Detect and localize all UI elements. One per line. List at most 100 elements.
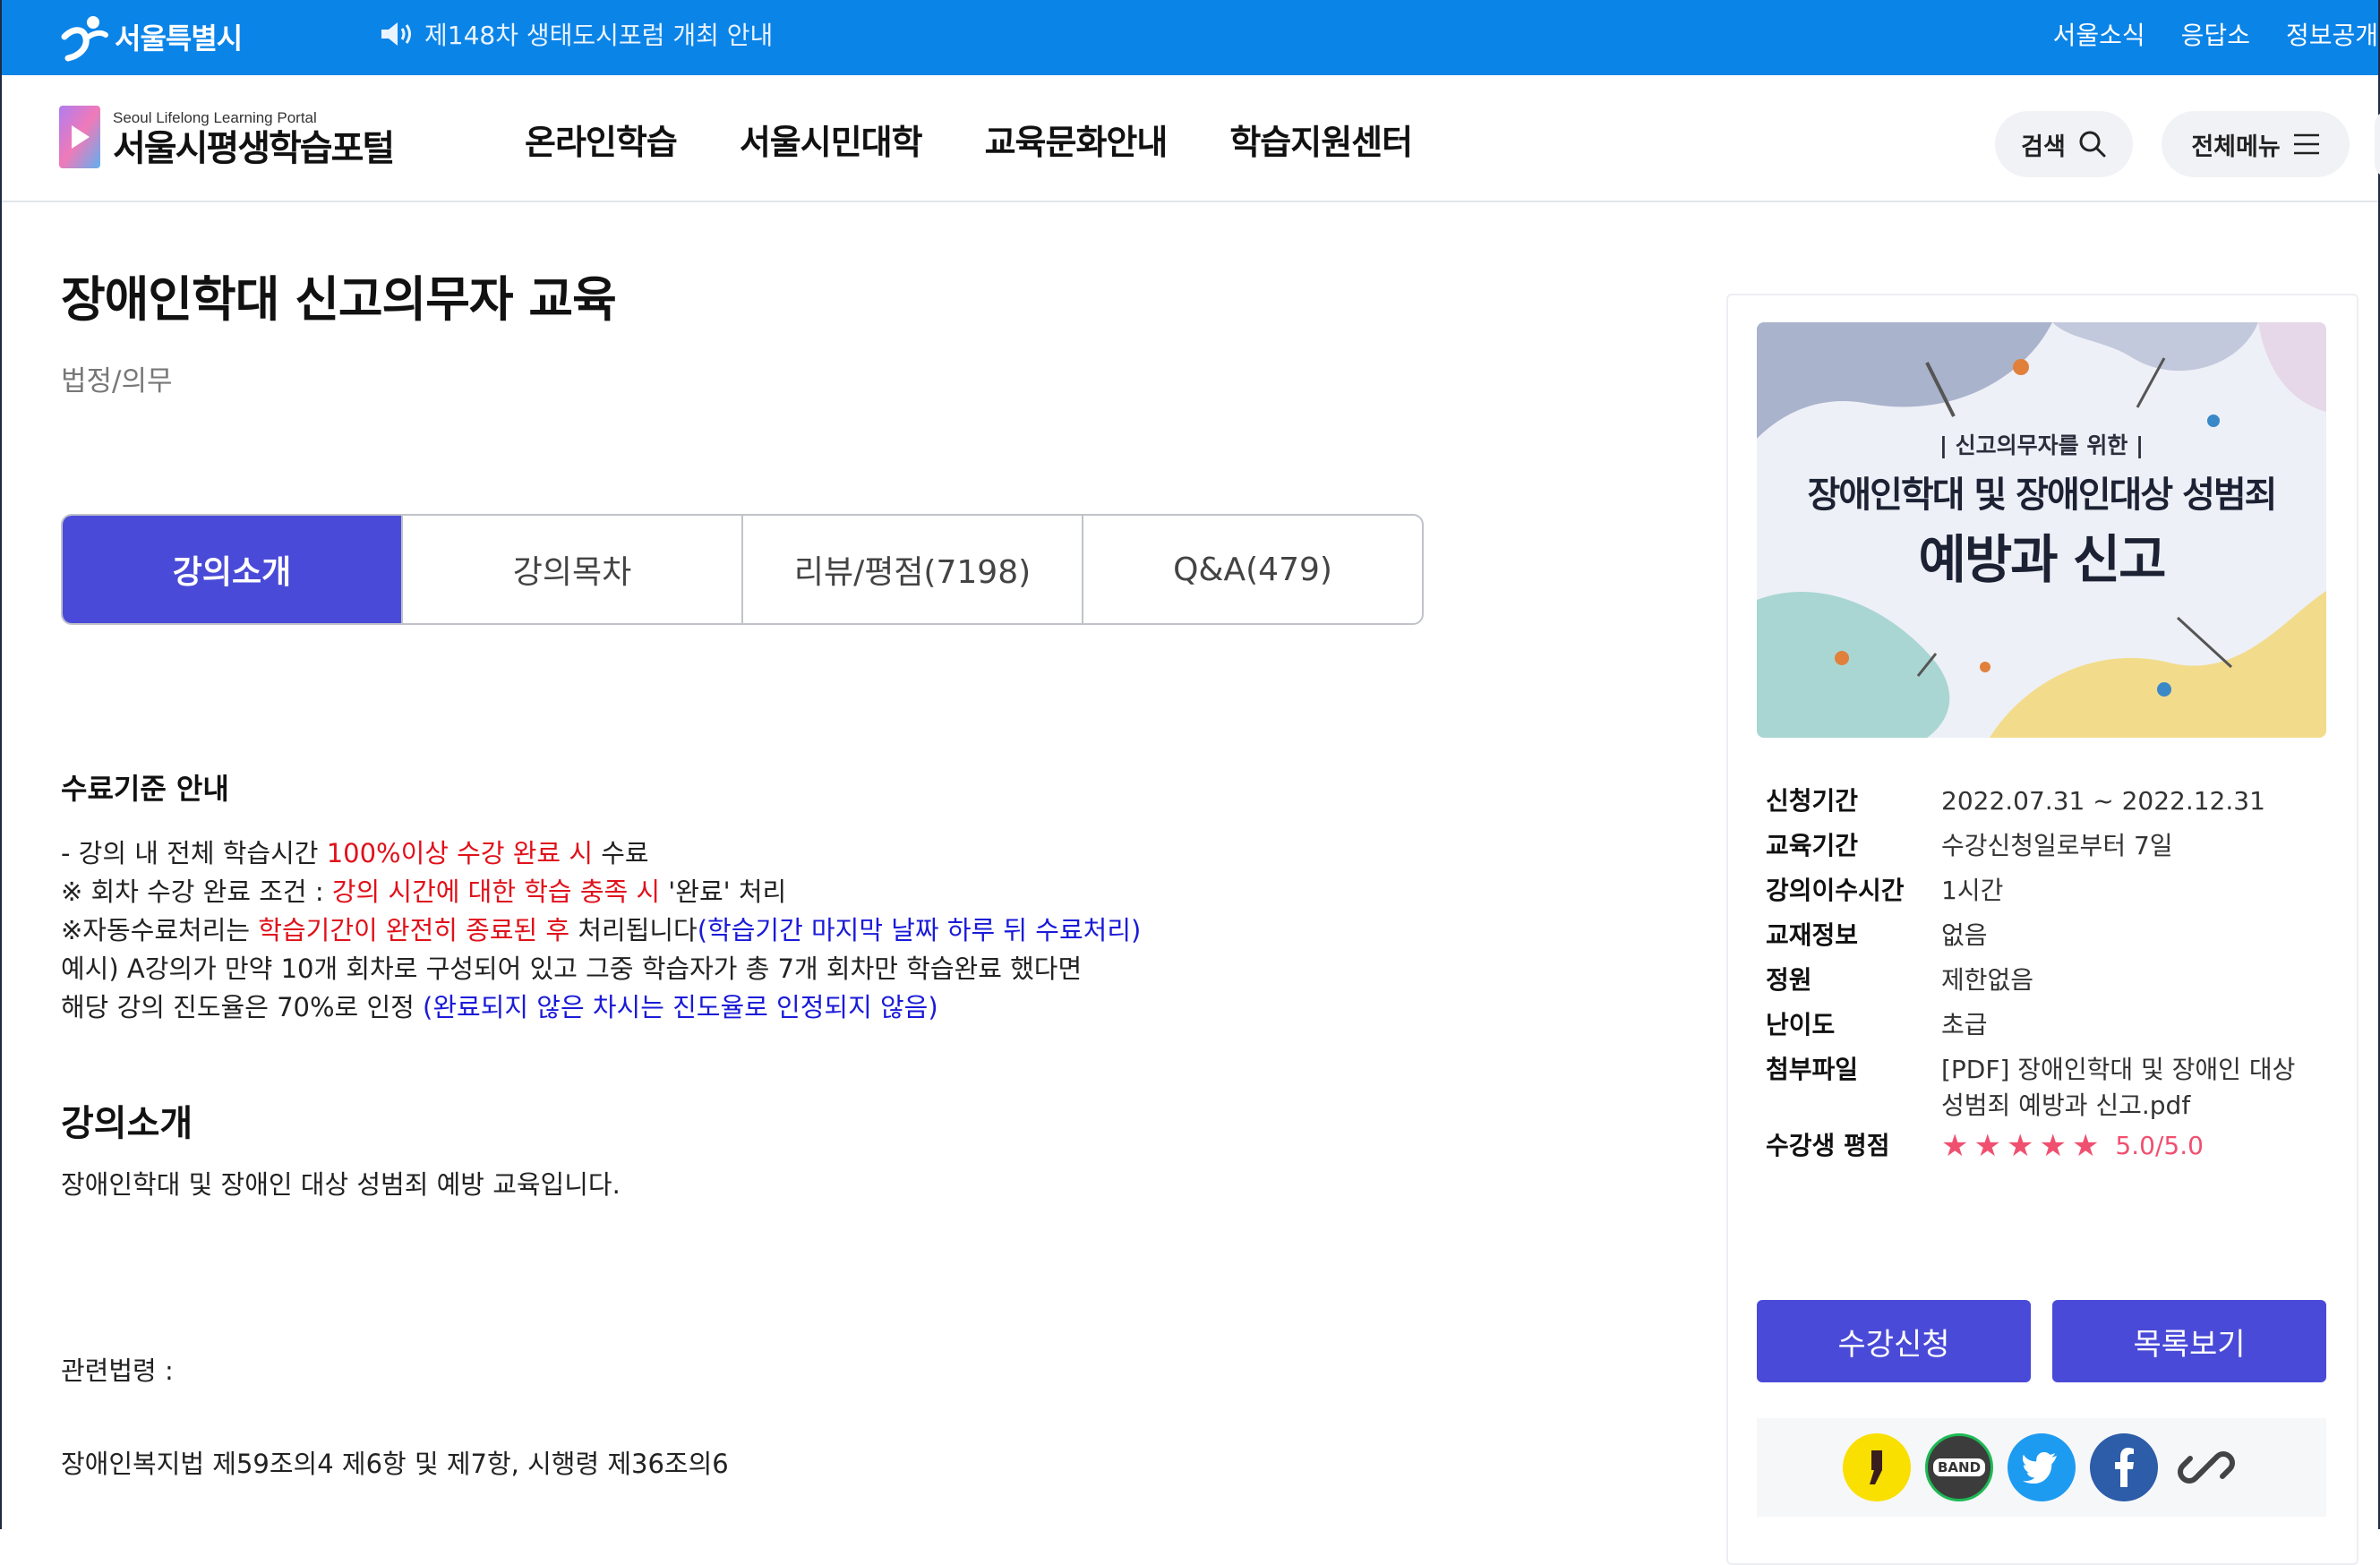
facebook-f-icon (2115, 1448, 2134, 1487)
course-intro-text: 장애인학대 및 장애인 대상 성범죄 예방 교육입니다. (61, 1169, 621, 1200)
course-tabs: 강의소개 강의목차 리뷰/평점(7198) Q&A(479) (61, 514, 1424, 625)
search-label: 검색 (2021, 133, 2066, 161)
nav-learning-support-center[interactable]: 학습지원센터 (1229, 115, 1413, 164)
info-label: 신청기간 (1766, 786, 1859, 816)
tab-qna[interactable]: Q&A(479) (1083, 516, 1422, 623)
tab-course-contents[interactable]: 강의목차 (403, 516, 743, 623)
twitter-share-icon[interactable] (2008, 1433, 2076, 1501)
facebook-share-icon[interactable] (2090, 1433, 2158, 1501)
search-icon (2079, 131, 2106, 158)
seoul-logo-icon (61, 16, 108, 62)
criteria-text: 수료 (593, 838, 649, 868)
seoul-city-logo[interactable]: 서울특별시 (59, 7, 243, 66)
notice-text: 제148차 생태도시포럼 개최 안내 (424, 21, 774, 50)
notice-link[interactable]: 제148차 생태도시포럼 개최 안내 (380, 0, 773, 68)
criteria-line-1: - 강의 내 전체 학습시간 100%이상 수강 완료 시 수료 (61, 834, 1141, 873)
info-label: 난이도 (1766, 1010, 1836, 1039)
info-value: 1시간 (1941, 876, 2004, 905)
criteria-highlight-red: 학습기간이 완전히 종료된 후 (258, 915, 570, 945)
info-row-attachment: 첨부파일 [PDF] 장애인학대 및 장애인 대상 성범죄 예방과 신고.pdf (1766, 1048, 2321, 1124)
criteria-line-2: ※ 회차 수강 완료 조건 : 강의 시간에 대한 학습 충족 시 '완료' 처… (61, 873, 1141, 911)
info-label: 교육기간 (1766, 831, 1859, 860)
info-row-capacity: 정원 제한없음 (1766, 958, 2321, 1003)
info-value: 없음 (1941, 920, 1988, 950)
nav-online-learning[interactable]: 온라인학습 (525, 115, 678, 164)
copy-link-icon[interactable] (2172, 1433, 2240, 1501)
completion-criteria-title: 수료기준 안내 (61, 772, 229, 806)
criteria-line-4: 예시) A강의가 만약 10개 회차로 구성되어 있고 그중 학습자가 총 7개… (61, 954, 1083, 984)
top-bar: 서울특별시 제148차 생태도시포럼 개최 안내 서울소식 응답소 정보공개 (2, 0, 2378, 75)
portal-name: 서울시평생학습포털 (113, 128, 395, 169)
criteria-text: '완료' 처리 (660, 877, 787, 907)
top-links: 서울소식 응답소 정보공개 (2053, 0, 2378, 68)
top-link-info-disclosure[interactable]: 정보공개 (2286, 16, 2378, 52)
star-icon: ★ (2039, 1128, 2067, 1164)
info-value: 초급 (1941, 1010, 1988, 1039)
info-row-rating: 수강생 평점 ★ ★ ★ ★ ★ 5.0/5.0 (1766, 1124, 2321, 1168)
band-label: BAND (1932, 1458, 1986, 1476)
info-value: 제한없음 (1941, 965, 2034, 995)
rating-stars: ★ ★ ★ ★ ★ 5.0/5.0 (1941, 1124, 2204, 1168)
course-category: 법정/의무 (61, 365, 173, 398)
star-icon: ★ (2006, 1128, 2034, 1164)
criteria-highlight-blue: (완료되지 않은 차시는 진도율로 인정되지 않음) (423, 992, 938, 1022)
all-menu-button[interactable]: 전체메뉴 (2162, 111, 2350, 177)
star-icon: ★ (1973, 1128, 2001, 1164)
completion-criteria-text: - 강의 내 전체 학습시간 100%이상 수강 완료 시 수료 ※ 회차 수강… (61, 834, 1141, 1027)
criteria-highlight-red: 100%이상 수강 완료 시 (326, 838, 594, 868)
tab-course-intro[interactable]: 강의소개 (63, 516, 403, 623)
related-law-label: 관련법령 : (61, 1355, 174, 1386)
attachment-link[interactable]: [PDF] 장애인학대 및 장애인 대상 성범죄 예방과 신고.pdf (1941, 1048, 2321, 1124)
criteria-text: ※자동수료처리는 (61, 915, 259, 945)
info-label: 수강생 평점 (1766, 1131, 1890, 1160)
info-label: 정원 (1766, 965, 1812, 995)
criteria-text: ※ 회차 수강 완료 조건 : (61, 877, 332, 907)
top-link-seoul-news[interactable]: 서울소식 (2053, 16, 2145, 52)
link-chain-icon (2178, 1451, 2235, 1484)
criteria-text: 처리됩니다 (569, 915, 698, 945)
nav-education-culture[interactable]: 교육문화안내 (985, 115, 1169, 164)
apply-button[interactable]: 수강신청 (1757, 1300, 2031, 1382)
info-row-application-period: 신청기간 2022.07.31 ~ 2022.12.31 (1766, 779, 2321, 824)
tab-reviews[interactable]: 리뷰/평점(7198) (743, 516, 1083, 623)
portal-subtitle: Seoul Lifelong Learning Portal (113, 109, 317, 126)
kakao-glyph-icon (1870, 1450, 1882, 1484)
band-share-icon[interactable]: BAND (1925, 1433, 1993, 1501)
criteria-highlight-blue: (학습기간 마지막 날짜 하루 뒤 수료처리) (697, 915, 1142, 945)
all-menu-label: 전체메뉴 (2191, 133, 2281, 161)
search-button[interactable]: 검색 (1995, 111, 2133, 177)
top-link-eungdapso[interactable]: 응답소 (2181, 16, 2250, 52)
info-row-education-period: 교육기간 수강신청일로부터 7일 (1766, 824, 2321, 868)
list-button[interactable]: 목록보기 (2052, 1300, 2326, 1382)
course-intro-title: 강의소개 (61, 1103, 193, 1144)
criteria-line-5: 해당 강의 진도율은 70%로 인정 (완료되지 않은 차시는 진도율로 인정되… (61, 988, 1141, 1027)
course-info-list: 신청기간 2022.07.31 ~ 2022.12.31 교육기간 수강신청일로… (1766, 779, 2321, 1168)
info-row-textbook: 교재정보 없음 (1766, 913, 2321, 958)
criteria-line-3: ※자동수료처리는 학습기간이 완전히 종료된 후 처리됩니다(학습기간 마지막 … (61, 911, 1141, 950)
related-law-text: 장애인복지법 제59조의4 제6항 및 제7항, 시행령 제36조의6 (61, 1449, 729, 1479)
seoul-logo-text: 서울특별시 (115, 21, 243, 56)
site-header: Seoul Lifelong Learning Portal 서울시평생학습포털… (2, 75, 2380, 202)
course-title: 장애인학대 신고의무자 교육 (61, 271, 617, 328)
speaker-icon (381, 22, 411, 46)
star-icon: ★ (2071, 1128, 2100, 1164)
criteria-text: - 강의 내 전체 학습시간 (61, 838, 327, 868)
portal-logo[interactable]: Seoul Lifelong Learning Portal 서울시평생학습포털 (59, 106, 395, 169)
star-icon: ★ (1941, 1128, 1969, 1164)
info-row-difficulty: 난이도 초급 (1766, 1003, 2321, 1048)
hamburger-icon (2293, 133, 2319, 155)
info-value: 수강신청일로부터 7일 (1941, 831, 2173, 860)
header-extra-button[interactable] (2375, 111, 2380, 177)
criteria-highlight-red: 강의 시간에 대한 학습 충족 시 (331, 877, 661, 907)
info-label: 첨부파일 (1766, 1055, 1859, 1084)
main-nav: 온라인학습 서울시민대학 교육문화안내 학습지원센터 (525, 75, 1413, 202)
portal-logo-icon (59, 106, 100, 168)
info-label: 강의이수시간 (1766, 876, 1905, 905)
course-thumbnail: | 신고의무자를 위한 | 장애인학대 및 장애인대상 성범죄 예방과 신고 (1757, 322, 2326, 738)
share-bar: BAND (1757, 1418, 2326, 1517)
kakaotalk-share-icon[interactable] (1843, 1433, 1911, 1501)
info-value: 2022.07.31 ~ 2022.12.31 (1941, 786, 2265, 816)
thumbnail-text-2: 장애인학대 및 장애인대상 성범죄 (1807, 475, 2278, 516)
criteria-text: 해당 강의 진도율은 70%로 인정 (61, 992, 424, 1022)
nav-seoul-citizen-university[interactable]: 서울시민대학 (740, 115, 923, 164)
